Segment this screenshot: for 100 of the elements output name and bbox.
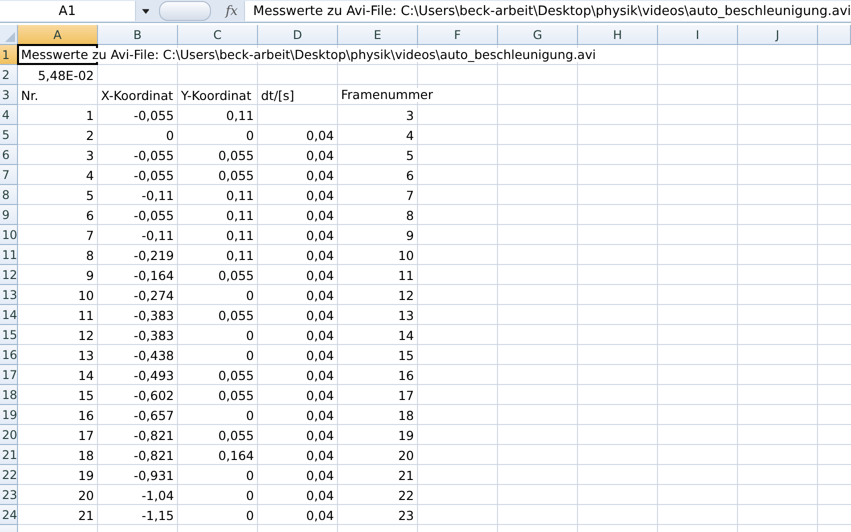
table-cell-text: 0,04 bbox=[305, 128, 335, 142]
table-cell-text: 0,11 bbox=[225, 108, 255, 122]
table-cell-text: 5,48E-02 bbox=[36, 68, 95, 82]
table-cell-text: 3 bbox=[405, 108, 415, 122]
table-cell-text: 0,04 bbox=[305, 488, 335, 502]
table-cell-text: 10 bbox=[77, 288, 95, 302]
row-header[interactable]: 12 bbox=[0, 265, 18, 285]
table-cell-text: 4 bbox=[405, 128, 415, 142]
row-header[interactable]: 7 bbox=[0, 165, 18, 185]
formula-bar-handle[interactable] bbox=[159, 1, 212, 21]
row-header[interactable]: 20 bbox=[0, 425, 18, 445]
column-header[interactable]: I bbox=[658, 25, 738, 45]
table-cell-text: 18 bbox=[77, 448, 95, 462]
table-cell-text: 0,164 bbox=[217, 448, 255, 462]
table-cell-text: 6 bbox=[85, 208, 95, 222]
column-header[interactable]: C bbox=[178, 25, 258, 45]
row-header[interactable]: 19 bbox=[0, 405, 18, 425]
column-header[interactable]: A bbox=[18, 25, 98, 45]
table-cell: Messwerte zu Avi-File: C:\Users\beck-arbeit\Desktop\physik\videos\auto_beschleunigung.avi bbox=[20, 48, 597, 62]
table-cell-text: 0,055 bbox=[217, 268, 255, 282]
row-header[interactable]: 1 bbox=[0, 45, 18, 65]
table-cell-text: -0,438 bbox=[132, 348, 175, 362]
table-cell-text: 0,04 bbox=[305, 288, 335, 302]
row-header[interactable]: 10 bbox=[0, 225, 18, 245]
table-cell-text: 0,04 bbox=[305, 368, 335, 382]
table-cell-text: 0,11 bbox=[225, 248, 255, 262]
table-cell-text: 0,04 bbox=[305, 468, 335, 482]
row-header[interactable]: 23 bbox=[0, 485, 18, 505]
table-cell-text: 0 bbox=[165, 128, 175, 142]
table-cell-text: 18 bbox=[397, 408, 415, 422]
table-cell-text: 0,055 bbox=[217, 168, 255, 182]
table-cell: Framenummer bbox=[340, 88, 434, 102]
table-cell-text: 20 bbox=[77, 488, 95, 502]
table-cell-text: Y-Koordinat bbox=[180, 88, 252, 102]
table-cell-text: 7 bbox=[405, 188, 415, 202]
column-header[interactable]: H bbox=[578, 25, 658, 45]
table-cell-text: 0,055 bbox=[217, 308, 255, 322]
column-header[interactable]: G bbox=[498, 25, 578, 45]
column-header[interactable]: D bbox=[258, 25, 338, 45]
table-cell-text: 7 bbox=[85, 228, 95, 242]
table-cell-text: 10 bbox=[397, 248, 415, 262]
table-cell-text: 12 bbox=[77, 328, 95, 342]
function-button[interactable]: fx bbox=[219, 4, 244, 18]
row-header[interactable]: 14 bbox=[0, 305, 18, 325]
table-cell-text: 9 bbox=[405, 228, 415, 242]
row-header[interactable]: 5 bbox=[0, 125, 18, 145]
table-cell-text: 12 bbox=[397, 288, 415, 302]
table-cell-text: -1,15 bbox=[140, 508, 175, 522]
table-cell-text: -1,04 bbox=[140, 488, 175, 502]
select-all-button[interactable] bbox=[0, 25, 18, 45]
table-cell-text: -0,274 bbox=[132, 288, 175, 302]
table-cell-text: 0,055 bbox=[217, 428, 255, 442]
table-cell-text: 22 bbox=[397, 488, 415, 502]
table-cell-text: 0,04 bbox=[305, 428, 335, 442]
column-header[interactable] bbox=[818, 25, 851, 45]
row-header[interactable]: 21 bbox=[0, 445, 18, 465]
table-cell-text: -0,164 bbox=[132, 268, 175, 282]
row-header[interactable]: 3 bbox=[0, 85, 18, 105]
row-header[interactable]: 18 bbox=[0, 385, 18, 405]
row-header[interactable]: 24 bbox=[0, 505, 18, 525]
table-cell-text: 13 bbox=[397, 308, 415, 322]
table-cell-text: X-Koordinat bbox=[100, 88, 174, 102]
table-cell-text: 0,11 bbox=[225, 228, 255, 242]
table-cell-text: 0,04 bbox=[305, 308, 335, 322]
table-cell-text: -0,383 bbox=[132, 328, 175, 342]
dropdown-arrow-icon[interactable] bbox=[142, 8, 150, 14]
table-cell-text: 0 bbox=[245, 408, 255, 422]
column-header[interactable]: J bbox=[738, 25, 818, 45]
column-header[interactable]: F bbox=[418, 25, 498, 45]
table-cell-text: 1 bbox=[85, 108, 95, 122]
table-cell-text: Nr. bbox=[20, 88, 40, 102]
table-cell-text: -0,055 bbox=[132, 148, 175, 162]
corner-triangle-icon bbox=[5, 32, 15, 42]
row-header[interactable]: 15 bbox=[0, 325, 18, 345]
table-cell-text: 0 bbox=[245, 128, 255, 142]
table-cell-text: 16 bbox=[397, 368, 415, 382]
table-cell-text: 0,04 bbox=[305, 248, 335, 262]
column-header[interactable]: E bbox=[338, 25, 418, 45]
row-header[interactable]: 11 bbox=[0, 245, 18, 265]
name-box[interactable]: A1 bbox=[0, 1, 136, 21]
row-header[interactable]: 4 bbox=[0, 105, 18, 125]
row-header[interactable]: 9 bbox=[0, 205, 18, 225]
table-cell-text: -0,602 bbox=[132, 388, 175, 402]
table-cell-text: 0,04 bbox=[305, 508, 335, 522]
table-cell-text: 17 bbox=[397, 388, 415, 402]
table-cell-text: -0,931 bbox=[132, 468, 175, 482]
row-header[interactable]: 13 bbox=[0, 285, 18, 305]
table-cell-text: 0,11 bbox=[225, 188, 255, 202]
row-header[interactable]: 2 bbox=[0, 65, 18, 85]
formula-field[interactable]: Messwerte zu Avi-File: C:\Users\beck-arbeit\Desktop\physik\videos\auto_beschleunigung.avi bbox=[244, 1, 851, 21]
table-cell-text: 0,04 bbox=[305, 188, 335, 202]
row-header[interactable]: 16 bbox=[0, 345, 18, 365]
row-header[interactable]: 17 bbox=[0, 365, 18, 385]
row-header[interactable]: 22 bbox=[0, 465, 18, 485]
row-header[interactable]: 8 bbox=[0, 185, 18, 205]
row-header[interactable]: 6 bbox=[0, 145, 18, 165]
column-header[interactable]: B bbox=[98, 25, 178, 45]
table-cell-text: 16 bbox=[77, 408, 95, 422]
table-cell-text: 0,04 bbox=[305, 228, 335, 242]
table-cell-text: 6 bbox=[405, 168, 415, 182]
